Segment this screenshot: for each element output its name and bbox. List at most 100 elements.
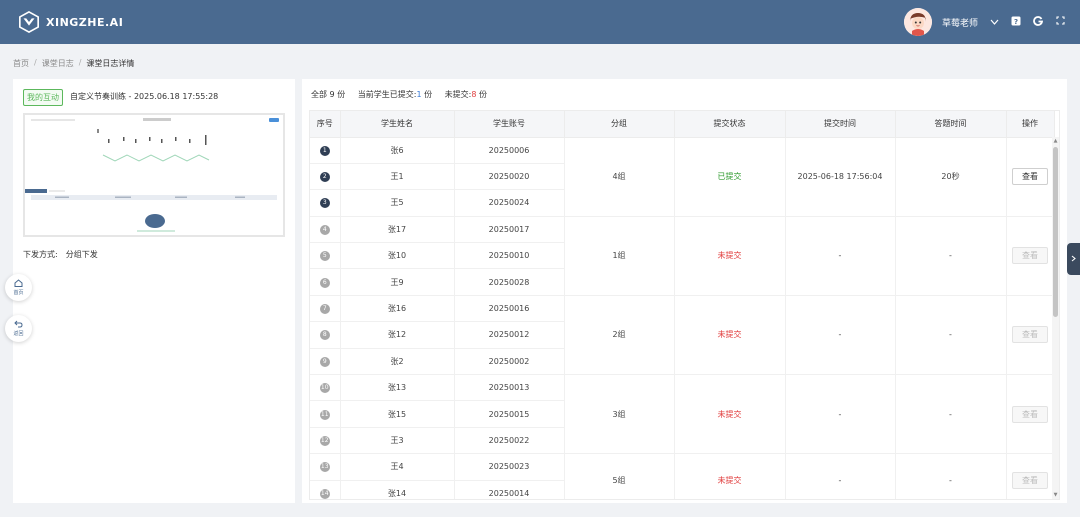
logo-icon <box>19 11 39 33</box>
student-account: 20250002 <box>454 348 565 376</box>
submitted-unit: 份 <box>424 90 433 99</box>
row-index-cell: 9 <box>310 348 341 376</box>
avatar[interactable] <box>903 8 932 36</box>
row-index-cell: 12 <box>310 427 341 455</box>
back-float-button[interactable]: 返回 <box>5 315 32 342</box>
fullscreen-icon[interactable] <box>1054 16 1066 28</box>
back-icon <box>14 320 23 330</box>
row-index-badge: 11 <box>319 409 330 420</box>
row-index-cell: 4 <box>310 216 341 244</box>
row-index-cell: 13 <box>310 453 341 481</box>
thumbnail-preview-image <box>25 115 283 235</box>
submitted-count: 1 <box>416 90 422 99</box>
row-index-badge: 9 <box>319 356 330 367</box>
total-label: 全部 <box>311 90 327 99</box>
breadcrumb-separator: / <box>34 58 37 67</box>
status-cell: 未提交 <box>674 295 786 376</box>
student-account: 20250012 <box>454 321 565 349</box>
view-button[interactable]: 查看 <box>1012 326 1048 344</box>
group-cell: 1组 <box>564 216 675 296</box>
student-account: 20250016 <box>454 295 565 323</box>
student-account: 20250023 <box>454 453 565 481</box>
user-name[interactable]: 草莓老师 <box>942 16 978 29</box>
student-name: 王4 <box>340 453 455 481</box>
answer-time-cell-text: - <box>949 330 952 340</box>
help-icon[interactable]: ? <box>1010 16 1022 29</box>
submit-time-cell: - <box>785 453 896 499</box>
scroll-up-icon[interactable]: ▲ <box>1052 138 1059 144</box>
col-header-submit-time: 提交时间 <box>785 111 896 138</box>
action-cell: 查看 <box>1006 453 1055 499</box>
lesson-title: 自定义节奏训练 - 2025.06.18 17:55:28 <box>70 92 219 101</box>
answer-time-cell-text: - <box>949 251 952 261</box>
scrollbar-thumb[interactable] <box>1053 147 1058 317</box>
group-cell: 3组 <box>564 374 675 455</box>
row-index-cell: 10 <box>310 374 341 402</box>
row-index-cell: 6 <box>310 268 341 296</box>
row-index-cell: 14 <box>310 480 341 499</box>
breadcrumb-class-log[interactable]: 课堂日志 <box>42 58 74 69</box>
lesson-panel: 我的互动 自定义节奏训练 - 2025.06.18 17:55:28 下发方式:… <box>13 79 295 503</box>
student-name: 张15 <box>340 400 455 428</box>
home-float-button[interactable]: 首页 <box>5 274 32 301</box>
student-table-container[interactable]: 序号 学生姓名 学生账号 分组 提交状态 提交时间 答题时间 操作 1 张6 202… <box>309 110 1060 500</box>
answer-time-cell: - <box>895 374 1007 455</box>
breadcrumb-home[interactable]: 首页 <box>13 58 29 69</box>
unsubmitted-count: 8 <box>471 90 477 99</box>
student-account: 20250028 <box>454 268 565 296</box>
table-row: 4 张17 20250017 1组 未提交 - - 查看 <box>310 216 1055 296</box>
row-index-cell: 2 <box>310 163 341 191</box>
status-cell: 未提交 <box>674 453 786 499</box>
submission-panel: 全部 9 份 当前学生已提交:1 份 未提交:8 份 序号 学生姓名 学生账号 … <box>302 79 1067 503</box>
status-cell: 未提交 <box>674 216 786 296</box>
lesson-thumbnail[interactable] <box>23 113 285 237</box>
table-row: 7 张16 20250016 2组 未提交 - - 查看 <box>310 295 1055 376</box>
view-button[interactable]: 查看 <box>1012 168 1048 186</box>
student-name: 张6 <box>340 137 455 164</box>
breadcrumb: 首页 / 课堂日志 / 课堂日志详情 <box>13 58 134 69</box>
g-icon[interactable] <box>1032 15 1044 29</box>
back-float-label: 返回 <box>13 331 24 337</box>
row-index-badge: 4 <box>319 224 330 235</box>
col-header-answer-time: 答题时间 <box>895 111 1007 138</box>
table-scrollbar[interactable]: ▲ ▼ <box>1052 137 1059 499</box>
status-cell-text: 已提交 <box>717 172 742 182</box>
breadcrumb-current: 课堂日志详情 <box>86 59 135 68</box>
view-button[interactable]: 查看 <box>1012 405 1048 423</box>
view-button[interactable]: 查看 <box>1012 471 1048 489</box>
logo[interactable]: XINGZHE.AI <box>18 11 123 33</box>
scroll-down-icon[interactable]: ▼ <box>1052 492 1059 498</box>
table-row: 13 王4 20250023 5组 未提交 - - 查看 <box>310 453 1055 499</box>
action-cell: 查看 <box>1006 137 1055 217</box>
row-index-badge: 8 <box>319 330 330 341</box>
col-header-group: 分组 <box>564 111 675 138</box>
row-index-badge: 10 <box>319 383 330 394</box>
student-name: 王3 <box>340 427 455 455</box>
my-interaction-tag: 我的互动 <box>23 89 63 106</box>
row-index-cell: 3 <box>310 189 341 217</box>
submission-summary: 全部 9 份 当前学生已提交:1 份 未提交:8 份 <box>311 89 487 100</box>
row-index-badge: 2 <box>319 172 330 183</box>
student-name: 王1 <box>340 163 455 191</box>
submitted-label: 当前学生已提交: <box>357 90 417 99</box>
side-panel-toggle[interactable] <box>1067 243 1080 275</box>
submit-time-cell-text: - <box>838 475 842 485</box>
group-cell-text: 5组 <box>612 475 626 485</box>
submit-time-cell-text: - <box>838 409 842 419</box>
top-header: XINGZHE.AI 草莓老师 ? <box>0 0 1080 44</box>
status-cell-text: 未提交 <box>717 330 742 340</box>
student-account: 20250022 <box>454 427 565 455</box>
student-account: 20250020 <box>454 163 565 191</box>
table-row: 10 张13 20250013 3组 未提交 - - 查看 <box>310 374 1055 455</box>
view-button[interactable]: 查看 <box>1012 247 1048 265</box>
submit-time-cell: - <box>785 216 896 296</box>
row-index-badge: 3 <box>319 198 330 209</box>
total-count: 9 <box>329 90 335 99</box>
logo-text: XINGZHE.AI <box>46 15 124 29</box>
status-cell: 未提交 <box>674 374 786 455</box>
group-cell-text: 1组 <box>612 251 626 261</box>
student-account: 20250015 <box>454 400 565 428</box>
chevron-down-icon[interactable] <box>988 17 1000 28</box>
row-index-cell: 1 <box>310 137 341 164</box>
row-index-cell: 11 <box>310 400 341 428</box>
